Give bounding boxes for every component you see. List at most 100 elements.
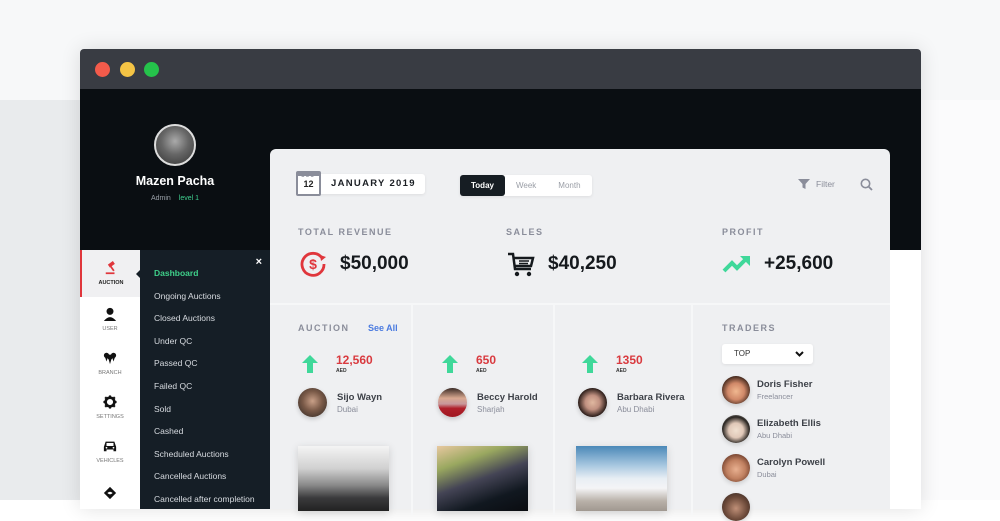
stat-value: $50,000 [340,253,409,274]
sidebar-label: SETTINGS [96,413,124,420]
trader-item[interactable]: Elizabeth Ellis Abu Dhabi [722,415,821,443]
maximize-window-button[interactable] [144,62,159,77]
submenu-item-under-qc[interactable]: Under QC [140,330,270,353]
auction-card[interactable]: 650 AED Beccy Harold Sharjah [438,353,568,417]
avatar[interactable] [154,124,196,166]
sidebar-label: BRANCH [98,369,122,376]
trader-item[interactable] [722,493,757,521]
submenu-item-closed-auctions[interactable]: Closed Auctions [140,307,270,330]
trader-subtitle: Dubai [757,470,777,479]
sidebar-item-user[interactable]: USER [80,297,140,341]
submenu-item-scheduled-auctions[interactable]: Scheduled Auctions [140,443,270,466]
gavel-icon [105,261,115,275]
user-icon [103,307,117,321]
profile-role: Admin level 1 [80,195,270,202]
branch-icon [103,352,117,364]
arrow-up-icon [302,355,318,373]
stat-profit: PROFIT +25,600 [722,227,833,279]
auction-car-image[interactable] [298,446,389,511]
stat-label: SALES [506,227,544,237]
title-bar [80,49,921,89]
revenue-icon: $ [300,251,326,277]
trader-item[interactable]: Carolyn Powell Dubai [722,454,825,482]
avatar [722,415,750,443]
sidebar-item-settings[interactable]: SETTINGS [80,385,140,429]
stat-value: +25,600 [764,253,834,274]
traders-filter-dropdown[interactable]: TOP [722,344,813,364]
auction-submenu: × Dashboard Ongoing Auctions Closed Auct… [136,250,270,509]
auction-amount: 650 [476,353,497,367]
trader-subtitle: Freelancer [757,392,793,401]
page-background-left [0,100,80,500]
traders-section-title: TRADERS [722,323,777,333]
stat-label: TOTAL REVENUE [298,227,393,237]
sidebar-label: AUCTION [98,280,124,286]
sidebar-item-auction[interactable]: AUCTION [80,250,140,297]
auction-bidder-location: Dubai [337,404,358,414]
profile-level: level 1 [178,195,200,202]
submenu-item-ongoing-auctions[interactable]: Ongoing Auctions [140,285,270,308]
profile-role-label: Admin [150,195,171,202]
submenu-item-dashboard[interactable]: Dashboard [140,262,270,285]
period-month-button[interactable]: Month [547,175,591,196]
section-divider [270,303,890,305]
auction-currency: AED [476,368,487,374]
trader-name: Elizabeth Ellis [757,418,821,429]
trader-item[interactable]: Doris Fisher Freelancer [722,376,812,404]
auction-car-image[interactable] [437,446,528,511]
auction-bidder-name: Barbara Rivera [617,391,685,403]
avatar [578,388,607,417]
stat-value: $40,250 [548,253,617,274]
period-today-button[interactable]: Today [460,175,505,196]
submenu-item-cancelled-auctions[interactable]: Cancelled Auctions [140,465,270,488]
arrow-up-icon [582,355,598,373]
close-window-button[interactable] [95,62,110,77]
trending-up-icon [722,256,750,273]
auction-bidder-name: Beccy Harold [477,391,538,403]
sidebar-item-vehicles[interactable]: Vehicles [80,429,140,473]
submenu-item-sold[interactable]: Sold [140,398,270,421]
see-all-link[interactable]: See All [368,323,398,333]
submenu-pointer [136,270,140,278]
auction-section-title: AUCTION [298,323,350,333]
icon-sidebar: AUCTION USER BRANCH SETTINGS Vehicles [80,250,140,509]
period-selector: Today Week Month [460,175,592,196]
submenu-item-cancelled-after-completion[interactable]: Cancelled after completion [140,488,270,509]
submenu-item-passed-qc[interactable]: Passed QC [140,352,270,375]
trader-name: Doris Fisher [757,379,813,390]
car-icon [103,441,117,451]
current-date: JANUARY 2019 [317,173,425,194]
auction-currency: AED [616,368,627,374]
profile-name: Mazen Pacha [135,174,215,188]
search-icon[interactable] [860,178,873,191]
auction-amount: 1350 [616,353,643,367]
stat-total-revenue: TOTAL REVENUE $ $50,000 [298,227,409,279]
user-profile: Mazen Pacha Admin level 1 [80,89,270,202]
avatar [438,388,467,417]
auction-amount: 12,560 [336,353,373,367]
traders-filter-value: TOP [734,349,751,358]
auction-card[interactable]: 12,560 AED Sijo Wayn Dubai [298,353,428,417]
handshake-icon [103,486,117,499]
arrow-up-icon [442,355,458,373]
filter-icon [798,179,810,189]
close-icon[interactable]: × [256,256,262,268]
submenu-item-cashed[interactable]: Cashed [140,420,270,443]
gear-icon [103,394,117,409]
submenu-item-failed-qc[interactable]: Failed QC [140,375,270,398]
dashboard-panel: ooo 12 JANUARY 2019 Today Week Month Fil… [270,149,890,521]
auction-car-image[interactable] [576,446,667,511]
sidebar-item-deals[interactable] [80,473,140,509]
minimize-window-button[interactable] [120,62,135,77]
period-week-button[interactable]: Week [505,175,547,196]
avatar [722,376,750,404]
filter-button[interactable]: Filter [798,178,835,190]
page-background-right [920,100,1000,500]
date-picker[interactable]: ooo 12 JANUARY 2019 [296,171,425,196]
sidebar-item-branch[interactable]: BRANCH [80,341,140,385]
sidebar-label: Vehicles [96,457,124,464]
avatar [722,493,750,521]
svg-text:$: $ [309,256,317,272]
trader-subtitle: Abu Dhabi [757,431,793,440]
auction-card[interactable]: 1350 AED Barbara Rivera Abu Dhabi [578,353,708,417]
